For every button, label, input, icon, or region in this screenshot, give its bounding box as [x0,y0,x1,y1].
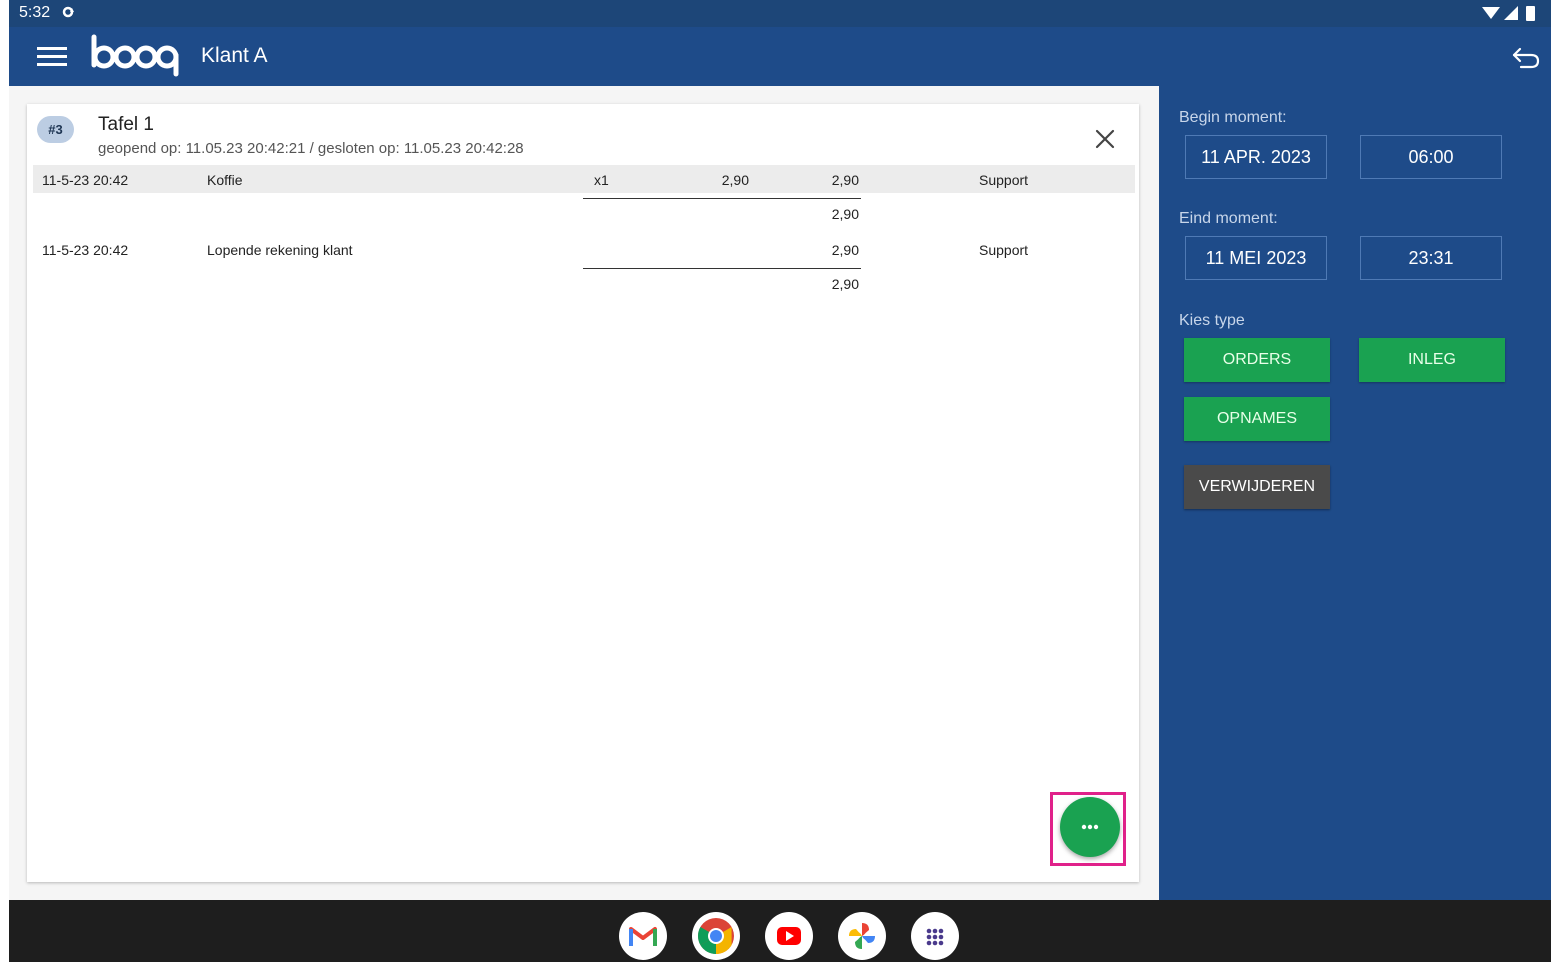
table-row[interactable]: 11-5-23 20:42 Koffie x1 2,90 2,90 Suppor… [33,165,1135,193]
status-bar: 5:32 [9,0,1551,27]
opnames-button[interactable]: OPNAMES [1184,397,1330,441]
app-bar: Klant A [9,27,1551,86]
table-row[interactable]: 11-5-23 20:42 Lopende rekening klant 2,9… [33,235,1135,263]
app-screen: 5:32 Klant A #3 Tafel 1 geopend op: 11.0… [9,0,1551,962]
row-quantity: x1 [594,172,609,188]
begin-time-field[interactable]: 06:00 [1360,135,1502,179]
subtotal-value: 2,90 [831,206,859,222]
system-status-icons [1482,6,1535,21]
booq-logo [91,34,179,77]
begin-date-field[interactable]: 11 APR. 2023 [1185,135,1327,179]
more-options-button[interactable] [1060,797,1120,857]
menu-icon[interactable] [37,44,67,68]
subtotal-value: 2,90 [831,276,859,292]
row-date: 11-5-23 20:42 [42,172,129,188]
end-time-field[interactable]: 23:31 [1360,236,1502,280]
end-moment-label: Eind moment: [1179,210,1278,227]
type-label: Kies type [1179,312,1245,329]
youtube-icon[interactable] [765,912,813,960]
end-date-field[interactable]: 11 MEI 2023 [1185,236,1327,280]
status-time: 5:32 [19,4,51,21]
page-title: Klant A [201,44,268,67]
row-user: Support [979,242,1029,258]
subtotal-line: 2,90 [583,198,861,227]
order-detail-card: #3 Tafel 1 geopend op: 11.05.23 20:42:21… [27,104,1139,882]
row-unit-price: 2,90 [721,172,749,188]
row-total: 2,90 [831,172,859,188]
subtotal-line: 2,90 [583,268,861,297]
orders-button[interactable]: ORDERS [1184,338,1330,382]
close-icon[interactable] [1094,128,1116,150]
inleg-button[interactable]: INLEG [1359,338,1505,382]
table-title: Tafel 1 [98,114,154,135]
delete-button[interactable]: VERWIJDEREN [1184,465,1330,509]
order-number-badge: #3 [37,116,74,143]
chrome-icon[interactable] [692,912,740,960]
gmail-icon[interactable] [619,912,667,960]
photos-icon[interactable] [838,912,886,960]
row-total: 2,90 [831,242,859,258]
filter-panel: Begin moment: 11 APR. 2023 06:00 Eind mo… [1159,86,1551,900]
more-horizontal-icon [1081,824,1099,830]
back-icon[interactable] [1511,43,1541,71]
begin-moment-label: Begin moment: [1179,109,1287,126]
taskbar [9,900,1551,962]
order-timestamps: geopend op: 11.05.23 20:42:21 / gesloten… [98,140,524,157]
row-item-name: Lopende rekening klant [207,242,353,258]
row-user: Support [979,172,1029,188]
row-item-name: Koffie [207,172,243,188]
app-drawer-icon[interactable] [911,912,959,960]
sync-icon [62,6,74,18]
row-date: 11-5-23 20:42 [42,242,129,258]
